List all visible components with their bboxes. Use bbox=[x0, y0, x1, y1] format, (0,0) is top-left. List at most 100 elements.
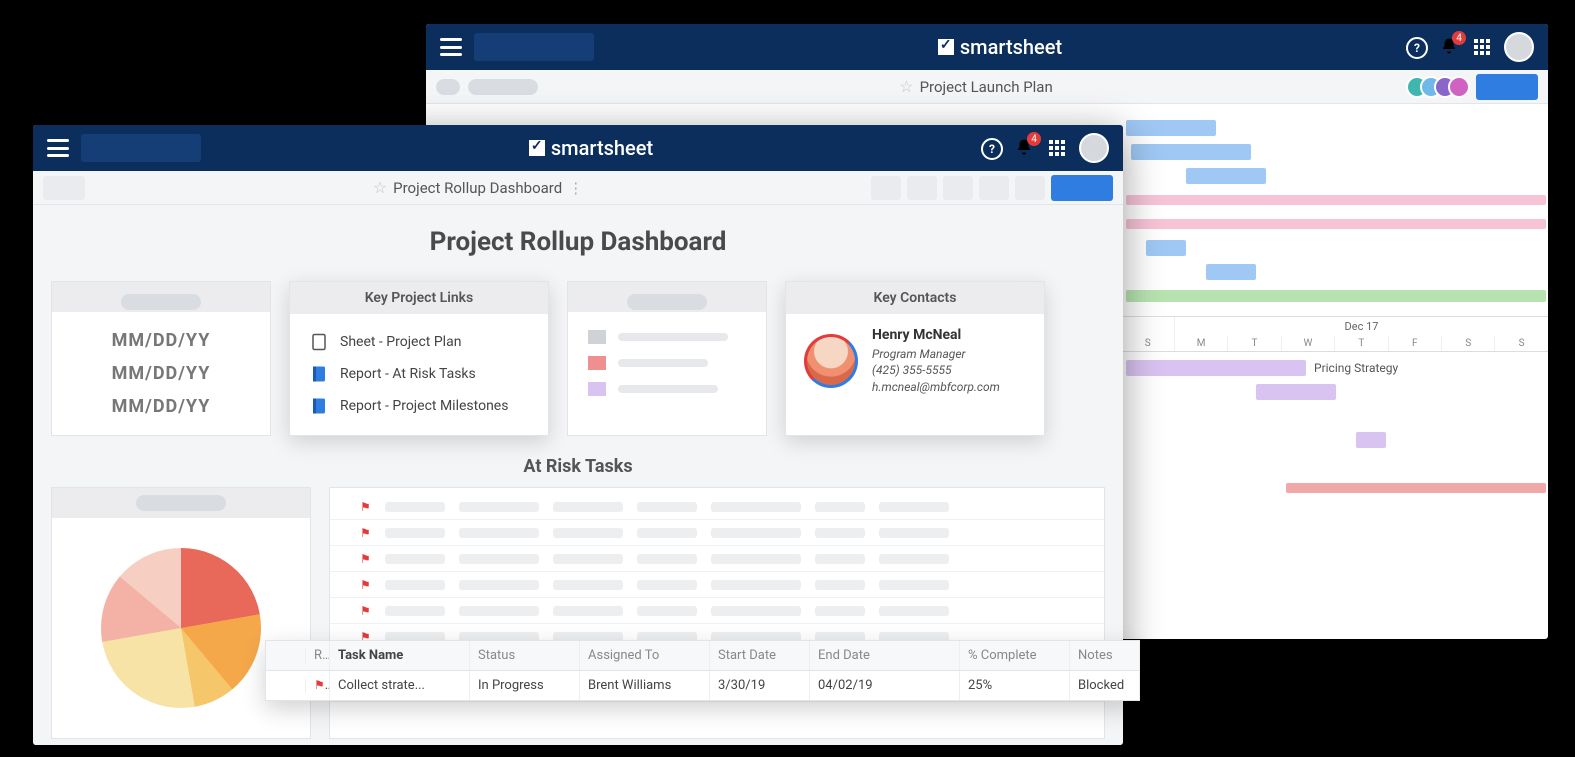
flag-icon: ⚑ bbox=[360, 526, 371, 540]
menu-icon[interactable] bbox=[440, 38, 462, 56]
cell-start: 3/30/19 bbox=[710, 671, 810, 700]
cell-pct: 25% bbox=[960, 671, 1070, 700]
widget-header bbox=[52, 282, 270, 312]
col-taskname: Task Name bbox=[330, 641, 470, 670]
page-title: Project Rollup Dashboard bbox=[51, 227, 1105, 257]
share-button[interactable] bbox=[1476, 74, 1538, 100]
timeline-day: S bbox=[1441, 336, 1494, 351]
star-icon[interactable]: ☆ bbox=[899, 77, 913, 96]
brand-text: smartsheet bbox=[551, 136, 653, 160]
col-end: End Date bbox=[810, 641, 960, 670]
contact-role: Program Manager bbox=[872, 346, 1000, 363]
subbar-pill bbox=[436, 79, 460, 95]
col-pct: % Complete bbox=[960, 641, 1070, 670]
legend-item bbox=[584, 324, 750, 350]
widget-header: Key Project Links bbox=[290, 282, 548, 314]
gantt-task-label: Pricing Strategy bbox=[1314, 361, 1398, 375]
bell-icon[interactable]: 4 bbox=[1015, 138, 1035, 158]
cell-task: Collect strate... bbox=[330, 671, 470, 700]
link-item[interactable]: Report - Project Milestones bbox=[306, 390, 532, 422]
timeline-day: S bbox=[1494, 336, 1547, 351]
flag-icon: ⚑ bbox=[360, 604, 371, 618]
widget-header bbox=[52, 488, 310, 518]
col-status: Status bbox=[470, 641, 580, 670]
timeline-day: T bbox=[1227, 336, 1280, 351]
topbar-back: smartsheet 4 bbox=[426, 24, 1548, 70]
cell-assigned: Brent Williams bbox=[580, 671, 710, 700]
dates-widget: MM/DD/YY MM/DD/YY MM/DD/YY bbox=[51, 281, 271, 436]
section-title: At Risk Tasks bbox=[51, 456, 1105, 477]
brand: smartsheet bbox=[529, 136, 653, 160]
col-notes: Notes bbox=[1070, 641, 1140, 670]
ghost-text bbox=[618, 385, 718, 393]
widget-header bbox=[568, 282, 766, 312]
ghost-text bbox=[618, 359, 708, 367]
brand: smartsheet bbox=[938, 35, 1062, 59]
contact-phone: (425) 355-5555 bbox=[872, 362, 1000, 379]
table-header: Risk Task Name Status Assigned To Start … bbox=[266, 641, 1139, 671]
flag-icon: ⚑ bbox=[314, 678, 330, 693]
swatch-gray bbox=[588, 330, 606, 344]
table-row[interactable]: ⚑ Collect strate... In Progress Brent Wi… bbox=[266, 671, 1139, 700]
cell-status: In Progress bbox=[470, 671, 580, 700]
apps-icon[interactable] bbox=[1474, 39, 1490, 55]
risk-table: Risk Task Name Status Assigned To Start … bbox=[265, 640, 1140, 701]
legend-item bbox=[584, 376, 750, 402]
smartsheet-logo-icon bbox=[529, 140, 545, 156]
menu-icon[interactable] bbox=[47, 139, 69, 157]
bell-icon[interactable]: 4 bbox=[1440, 37, 1460, 57]
avatar[interactable] bbox=[1504, 32, 1534, 62]
timeline-day: M bbox=[1174, 336, 1227, 351]
toolbar-button[interactable] bbox=[871, 176, 901, 200]
toolbar-button[interactable] bbox=[1015, 176, 1045, 200]
dashboard-title: Project Rollup Dashboard bbox=[393, 179, 562, 197]
help-icon[interactable] bbox=[1406, 37, 1426, 57]
ghost-text bbox=[618, 333, 728, 341]
legend-item bbox=[584, 350, 750, 376]
toolbar-button[interactable] bbox=[943, 176, 973, 200]
col-start: Start Date bbox=[710, 641, 810, 670]
toolbar-button[interactable] bbox=[979, 176, 1009, 200]
contacts-widget: Key Contacts Henry McNeal Program Manage… bbox=[785, 281, 1045, 436]
link-label: Sheet - Project Plan bbox=[340, 334, 461, 350]
pie-chart bbox=[101, 548, 261, 708]
contact-email: h.mcneal@mbfcorp.com bbox=[872, 379, 1000, 396]
sheet-title: Project Launch Plan bbox=[920, 78, 1053, 96]
risk-grid: ⚑⚑⚑⚑⚑⚑⚑⚑ bbox=[329, 487, 1105, 739]
col-assigned: Assigned To bbox=[580, 641, 710, 670]
link-item[interactable]: Sheet - Project Plan bbox=[306, 326, 532, 358]
help-icon[interactable] bbox=[981, 138, 1001, 158]
collaborator-avatars[interactable] bbox=[1414, 76, 1470, 98]
toolbar-button[interactable] bbox=[907, 176, 937, 200]
timeline-day: W bbox=[1281, 336, 1334, 351]
subbar-front: ☆ Project Rollup Dashboard ⋮ bbox=[33, 171, 1123, 205]
more-icon[interactable]: ⋮ bbox=[568, 179, 583, 197]
star-icon[interactable]: ☆ bbox=[373, 178, 387, 197]
toolbar-button[interactable] bbox=[43, 176, 85, 200]
smartsheet-logo-icon bbox=[938, 39, 954, 55]
subbar-pill bbox=[468, 79, 538, 95]
pie-widget bbox=[51, 487, 311, 739]
cell-end: 04/02/19 bbox=[810, 671, 960, 700]
primary-button[interactable] bbox=[1051, 175, 1113, 201]
link-label: Report - At Risk Tasks bbox=[340, 366, 476, 382]
avatar[interactable] bbox=[1079, 133, 1109, 163]
swatch-red bbox=[588, 356, 606, 370]
date-value: MM/DD/YY bbox=[68, 390, 254, 423]
date-value: MM/DD/YY bbox=[68, 357, 254, 390]
grid-row: ⚑ bbox=[330, 546, 1104, 572]
grid-row: ⚑ bbox=[330, 572, 1104, 598]
notification-badge: 4 bbox=[1027, 132, 1041, 146]
swatch-lilac bbox=[588, 382, 606, 396]
sheet-icon bbox=[310, 332, 328, 352]
grid-row: ⚑ bbox=[330, 598, 1104, 624]
brand-placeholder bbox=[81, 134, 201, 162]
grid-row: ⚑ bbox=[330, 520, 1104, 546]
link-item[interactable]: Report - At Risk Tasks bbox=[306, 358, 532, 390]
report-icon bbox=[310, 396, 328, 416]
apps-icon[interactable] bbox=[1049, 140, 1065, 156]
widget-header: Key Contacts bbox=[786, 282, 1044, 314]
brand-text: smartsheet bbox=[960, 35, 1062, 59]
brand-placeholder bbox=[474, 33, 594, 61]
flag-icon: ⚑ bbox=[360, 552, 371, 566]
